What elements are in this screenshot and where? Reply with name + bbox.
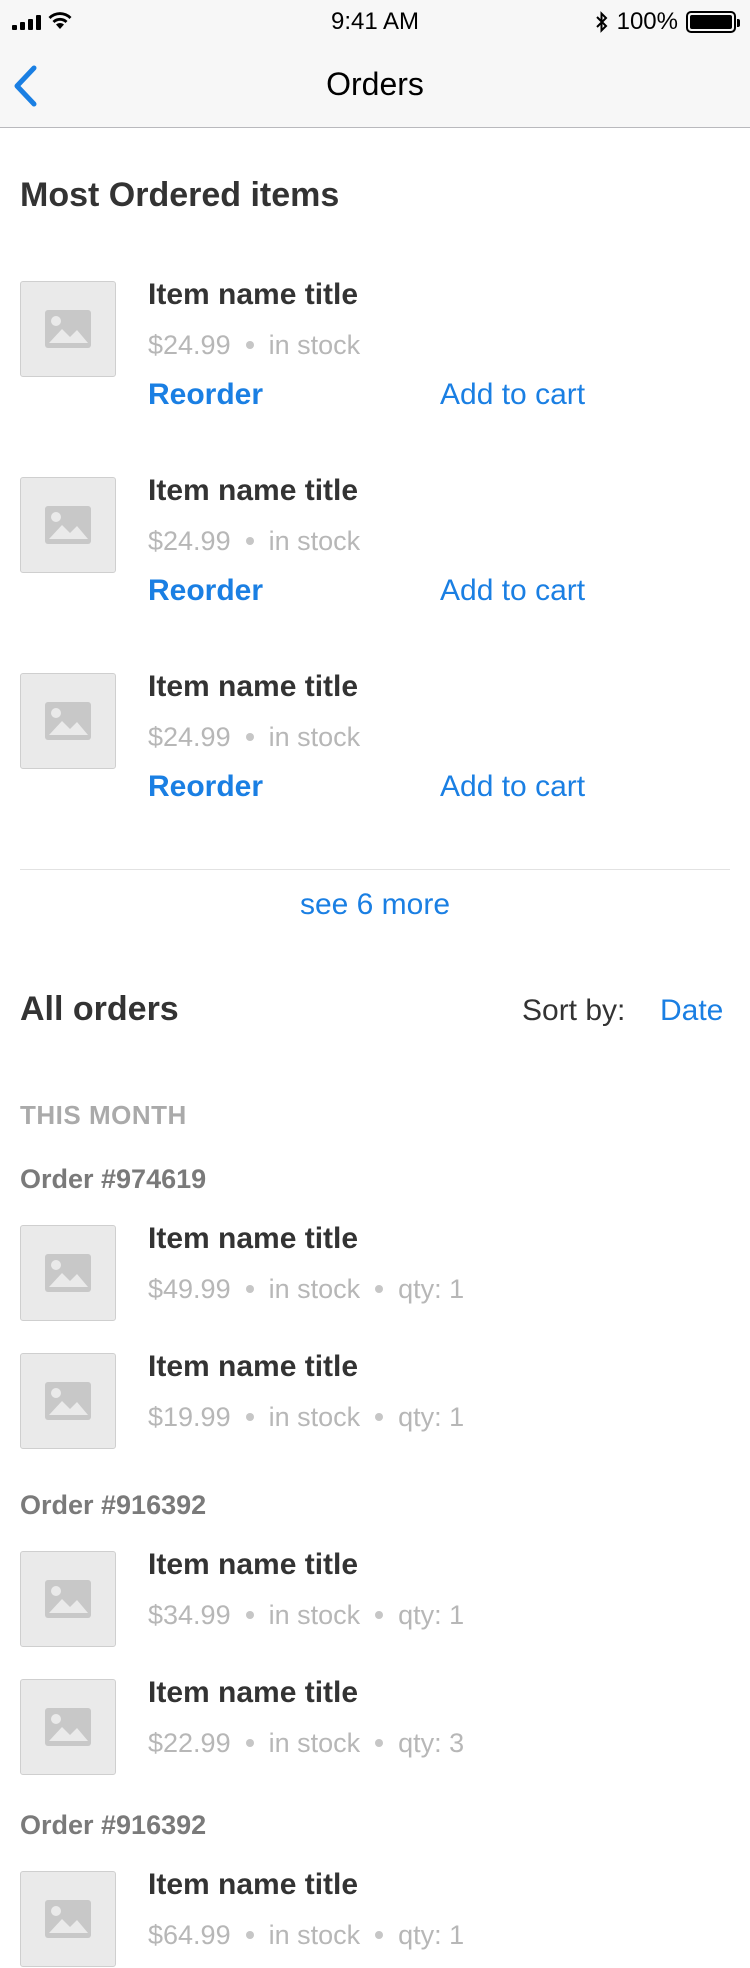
order-number[interactable]: Order #974619	[20, 1164, 206, 1195]
item-title: Item name title	[148, 474, 359, 507]
item-title[interactable]: Item name title	[148, 1868, 358, 1902]
separator-dot	[375, 1284, 384, 1293]
sort-date-button[interactable]: Date	[660, 994, 723, 1028]
item-stock: in stock	[268, 526, 361, 556]
item-title[interactable]: Item name title	[148, 1222, 358, 1256]
item-thumbnail	[20, 281, 116, 377]
divider	[20, 869, 730, 870]
item-price: $34.99	[148, 1600, 231, 1630]
separator-dot	[245, 536, 254, 545]
image-placeholder-icon	[45, 310, 91, 348]
item-stock: in stock	[268, 722, 361, 752]
reorder-button[interactable]: Reorder	[148, 770, 263, 804]
item-title[interactable]: Item name title	[148, 1350, 358, 1384]
image-placeholder-icon	[45, 1900, 91, 1938]
separator-dot	[245, 340, 254, 349]
item-stock: in stock	[268, 1920, 361, 1950]
item-thumbnail	[20, 1679, 116, 1775]
item-stock: in stock	[268, 1728, 361, 1758]
item-qty: qty: 1	[398, 1600, 465, 1630]
separator-dot	[245, 732, 254, 741]
battery-level	[690, 15, 732, 29]
battery-percent: 100%	[616, 8, 678, 35]
bluetooth-icon	[595, 11, 608, 33]
item-meta: $49.99 in stock qty: 1	[148, 1274, 464, 1305]
item-thumbnail	[20, 1871, 116, 1967]
image-placeholder-icon	[45, 1254, 91, 1292]
battery-icon	[686, 11, 740, 33]
item-thumbnail	[20, 673, 116, 769]
item-stock: in stock	[268, 1274, 361, 1304]
item-thumbnail	[20, 477, 116, 573]
item-price: $49.99	[148, 1274, 231, 1304]
item-stock: in stock	[268, 330, 361, 360]
separator-dot	[245, 1284, 254, 1293]
sort-label: Sort by:	[522, 994, 626, 1027]
item-title: Item name title	[148, 278, 359, 311]
item-price: $64.99	[148, 1920, 231, 1950]
item-meta: $24.99 in stock	[148, 526, 360, 557]
item-qty: qty: 1	[398, 1402, 465, 1432]
month-group-header: THIS MONTH	[20, 1100, 187, 1130]
page-title: Orders	[326, 66, 424, 102]
item-thumbnail	[20, 1225, 116, 1321]
image-placeholder-icon	[45, 506, 91, 544]
item-title: Item name title	[148, 670, 359, 703]
item-price: $24.99	[148, 330, 231, 360]
nav-bar: Orders	[0, 40, 750, 128]
separator-dot	[245, 1930, 254, 1939]
item-qty: qty: 1	[398, 1920, 465, 1950]
most-ordered-title: Most Ordered items	[20, 176, 340, 214]
item-qty: qty: 1	[398, 1274, 465, 1304]
image-placeholder-icon	[45, 1382, 91, 1420]
reorder-button[interactable]: Reorder	[148, 574, 263, 608]
add-to-cart-button[interactable]: Add to cart	[440, 378, 585, 412]
add-to-cart-button[interactable]: Add to cart	[440, 574, 585, 608]
item-thumbnail	[20, 1353, 116, 1449]
see-more-link[interactable]: see 6 more	[0, 888, 750, 922]
status-right: 100%	[595, 8, 740, 36]
item-thumbnail	[20, 1551, 116, 1647]
reorder-button[interactable]: Reorder	[148, 378, 263, 412]
item-meta: $64.99 in stock qty: 1	[148, 1920, 464, 1951]
item-price: $24.99	[148, 722, 231, 752]
item-title[interactable]: Item name title	[148, 1676, 358, 1710]
add-to-cart-button[interactable]: Add to cart	[440, 770, 585, 804]
separator-dot	[245, 1738, 254, 1747]
item-qty: qty: 3	[398, 1728, 465, 1758]
item-meta: $22.99 in stock qty: 3	[148, 1728, 464, 1759]
item-stock: in stock	[268, 1600, 361, 1630]
item-meta: $24.99 in stock	[148, 330, 360, 361]
separator-dot	[375, 1930, 384, 1939]
image-placeholder-icon	[45, 1580, 91, 1618]
item-price: $22.99	[148, 1728, 231, 1758]
separator-dot	[375, 1738, 384, 1747]
item-meta: $24.99 in stock	[148, 722, 360, 753]
item-title[interactable]: Item name title	[148, 1548, 358, 1582]
separator-dot	[245, 1610, 254, 1619]
image-placeholder-icon	[45, 702, 91, 740]
item-meta: $34.99 in stock qty: 1	[148, 1600, 464, 1631]
item-stock: in stock	[268, 1402, 361, 1432]
separator-dot	[245, 1412, 254, 1421]
image-placeholder-icon	[45, 1708, 91, 1746]
item-price: $24.99	[148, 526, 231, 556]
order-number[interactable]: Order #916392	[20, 1810, 206, 1841]
all-orders-title: All orders	[20, 990, 179, 1028]
order-number[interactable]: Order #916392	[20, 1490, 206, 1521]
separator-dot	[375, 1412, 384, 1421]
status-bar: 9:41 AM 100%	[0, 0, 750, 40]
separator-dot	[375, 1610, 384, 1619]
item-meta: $19.99 in stock qty: 1	[148, 1402, 464, 1433]
item-price: $19.99	[148, 1402, 231, 1432]
